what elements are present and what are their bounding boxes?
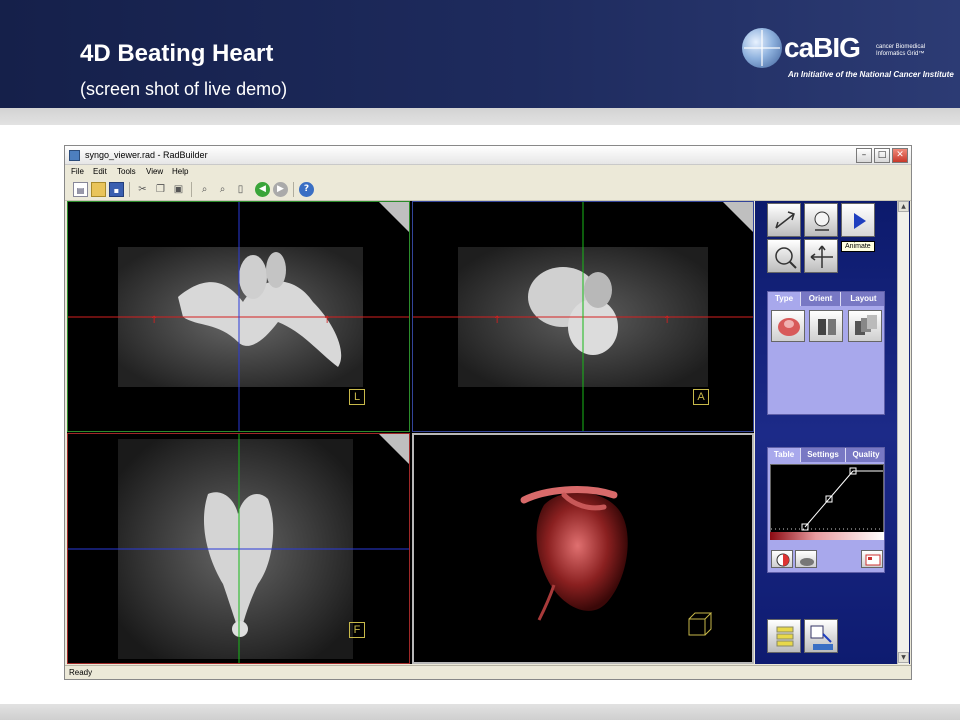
animate-button[interactable] [841, 203, 875, 237]
pan-tool-button[interactable] [804, 203, 838, 237]
color-gradient-bar [770, 532, 884, 540]
slide: 4D Beating Heart (screen shot of live de… [0, 0, 960, 720]
back-icon[interactable]: ◀ [255, 182, 270, 197]
zoom-out-icon[interactable]: ⌕ [215, 182, 230, 197]
menu-view[interactable]: View [146, 167, 163, 176]
logo-name: caBIG [784, 32, 861, 63]
menu-edit[interactable]: Edit [93, 167, 107, 176]
animate-tooltip: Animate [841, 241, 875, 252]
window-title: syngo_viewer.rad - RadBuilder [85, 150, 208, 160]
copy-icon[interactable]: ❐ [153, 182, 168, 197]
svg-text:↑: ↑ [323, 315, 331, 326]
help-icon[interactable]: ? [299, 182, 314, 197]
slice-view-button[interactable] [809, 310, 843, 342]
table-panel: Table Settings Quality [767, 447, 885, 573]
table-tabs: Table Settings Quality [768, 448, 884, 462]
tab-layout[interactable]: Layout [841, 292, 886, 306]
tab-orient[interactable]: Orient [801, 292, 841, 306]
export-button[interactable] [804, 619, 838, 653]
globe-logo-icon [742, 28, 782, 68]
svg-text:↑: ↑ [663, 315, 671, 326]
save-icon[interactable]: ▪ [109, 182, 124, 197]
tab-type[interactable]: Type [768, 292, 801, 306]
viewport-axial[interactable]: ↑ ↑ L [67, 201, 410, 432]
maximize-button[interactable]: □ [874, 148, 890, 163]
orientation-label: L [349, 389, 365, 405]
move-tool-button[interactable] [804, 239, 838, 273]
toolbar: ▤ ▪ ✂ ❐ ▣ ⌕ ⌕ ▯ ◀ ▶ ? [65, 179, 911, 201]
preset-table-button[interactable] [861, 550, 883, 568]
viewport-corner-icon[interactable] [379, 434, 409, 464]
3d-heart-render [520, 486, 713, 636]
close-button[interactable]: ✕ [892, 148, 908, 163]
slide-title: 4D Beating Heart [80, 40, 274, 67]
type-panel: Type Orient Layout [767, 291, 885, 415]
viewport-corner-icon[interactable] [723, 202, 753, 232]
minimize-button[interactable]: – [856, 148, 872, 163]
zoom-tool-button[interactable] [767, 239, 801, 273]
control-panel: Animate Type Orient Layout Table Setting… [755, 201, 910, 664]
multi-slice-button[interactable] [848, 310, 882, 342]
tab-settings[interactable]: Settings [801, 448, 846, 462]
render-type-button[interactable] [771, 310, 805, 342]
paste-icon[interactable]: ▣ [171, 182, 186, 197]
scroll-up-button[interactable]: ▲ [898, 201, 909, 212]
toolbar-separator [129, 182, 130, 197]
new-file-icon[interactable]: ▤ [73, 182, 88, 197]
radbuilder-window: syngo_viewer.rad - RadBuilder – □ ✕ File… [64, 145, 912, 680]
rotate-tool-button[interactable] [767, 203, 801, 237]
type-tabs: Type Orient Layout [768, 292, 884, 306]
menu-file[interactable]: File [71, 167, 84, 176]
open-folder-icon[interactable] [91, 182, 106, 197]
cut-icon[interactable]: ✂ [135, 182, 150, 197]
orientation-label: A [693, 389, 709, 405]
page-icon[interactable]: ▯ [233, 182, 248, 197]
viewport-sagittal[interactable]: F [67, 433, 410, 664]
window-titlebar[interactable]: syngo_viewer.rad - RadBuilder – □ ✕ [65, 146, 911, 165]
viewport-3d[interactable] [412, 433, 754, 664]
toolbar-separator [191, 182, 192, 197]
status-bar: Ready [65, 665, 911, 679]
svg-text:↑: ↑ [493, 315, 501, 326]
transfer-function-graph[interactable] [770, 464, 884, 538]
vertical-scrollbar[interactable]: ▲ ▼ [897, 201, 909, 664]
logo-small-text: cancer Biomedical Informatics Grid™ [876, 44, 926, 57]
logo-tagline: An Initiative of the National Cancer Ins… [788, 70, 954, 79]
viewport-corner-icon[interactable] [379, 202, 409, 232]
scroll-down-button[interactable]: ▼ [898, 652, 909, 663]
tab-quality[interactable]: Quality [846, 448, 886, 462]
opacity-button[interactable] [795, 550, 817, 568]
tab-table[interactable]: Table [768, 448, 801, 462]
title-banner: 4D Beating Heart (screen shot of live de… [0, 0, 960, 108]
bottom-divider [0, 704, 960, 720]
orientation-label: F [349, 622, 365, 638]
svg-text:↑: ↑ [150, 315, 158, 326]
slide-subtitle: (screen shot of live demo) [80, 79, 288, 99]
app-icon [69, 150, 80, 161]
menu-help[interactable]: Help [172, 167, 188, 176]
viewport-coronal[interactable]: ↑ ↑ A [412, 201, 754, 432]
zoom-in-icon[interactable]: ⌕ [197, 182, 212, 197]
toolbar-separator [293, 182, 294, 197]
menu-tools[interactable]: Tools [117, 167, 136, 176]
color-picker-button[interactable] [771, 550, 793, 568]
list-view-button[interactable] [767, 619, 801, 653]
forward-icon[interactable]: ▶ [273, 182, 288, 197]
menu-bar: File Edit Tools View Help [65, 165, 911, 179]
status-text: Ready [69, 668, 93, 677]
image-viewer: ↑ ↑ L ↑ ↑ A F [67, 201, 754, 664]
top-divider [0, 108, 960, 125]
